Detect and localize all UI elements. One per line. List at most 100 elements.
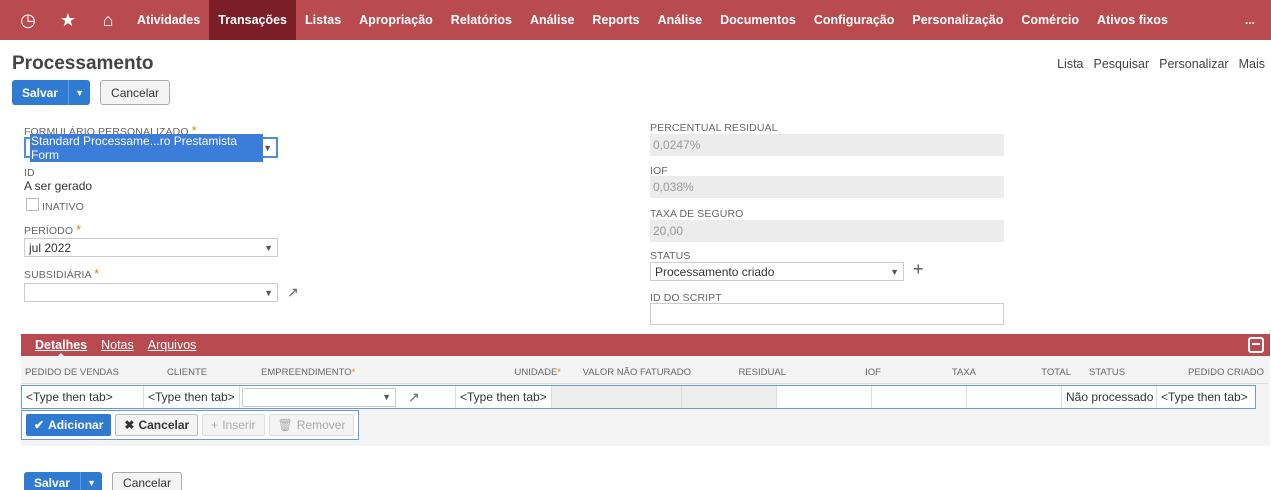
col-status: STATUS (1089, 367, 1126, 378)
nav-item-reports[interactable]: Reports (583, 0, 648, 40)
page-links: Lista Pesquisar Personalizar Mais (1057, 57, 1265, 71)
save-button-bottom[interactable]: Salvar ▼ (24, 472, 103, 490)
cell-status: Não processado (1062, 386, 1157, 408)
subtab-bar: Detalhes Notas Arquivos (21, 334, 1270, 358)
col-unidade: UNIDADE * (514, 367, 561, 378)
save-button-label: Salvar (34, 476, 71, 490)
inactive-checkbox[interactable] (26, 198, 39, 211)
iof-field: 0,038% (650, 176, 1004, 198)
cell-residual (682, 386, 777, 408)
save-dropdown-chevron-icon[interactable]: ▼ (80, 472, 102, 490)
nav-item-relatorios[interactable]: Relatórios (442, 0, 521, 40)
col-total: TOTAL (1041, 367, 1071, 378)
chevron-down-icon: ▼ (890, 266, 899, 277)
cell-total (967, 386, 1062, 408)
cancel-button[interactable]: Cancelar (100, 80, 171, 105)
col-empreendimento: EMPREENDIMENTO * (261, 367, 356, 378)
items-grid: PEDIDO DE VENDAS CLIENTE EMPREENDIMENTO *… (21, 356, 1270, 446)
insurance-field: 20,00 (650, 220, 1004, 242)
nav-item-configuracao[interactable]: Configuração (805, 0, 904, 40)
residual-field: 0,0247% (650, 134, 1004, 156)
nav-item-analise[interactable]: Análise (521, 0, 583, 40)
nav-more-button[interactable]: ... (1245, 13, 1255, 27)
id-label: ID (24, 167, 35, 179)
table-row: <Type then tab> <Type then tab> ▼ ↗ <Typ… (21, 385, 1256, 409)
star-icon[interactable]: ★ (48, 0, 88, 40)
link-pesquisar[interactable]: Pesquisar (1094, 57, 1150, 71)
recent-clock-icon[interactable]: ◷ (8, 0, 48, 40)
col-residual: RESIDUAL (738, 367, 786, 378)
nav-item-apropriacao[interactable]: Apropriação (350, 0, 442, 40)
period-value: jul 2022 (29, 240, 72, 255)
col-taxa: TAXA (951, 367, 976, 378)
link-personalizar[interactable]: Personalizar (1159, 57, 1228, 71)
add-status-plus-icon[interactable]: + (913, 259, 924, 280)
open-external-icon[interactable]: ↗ (287, 284, 299, 301)
page-title: Processamento (12, 53, 154, 74)
plus-icon: + (211, 418, 219, 432)
close-icon: ✖ (124, 418, 135, 432)
col-cliente: CLIENTE (167, 367, 208, 378)
chevron-down-icon: ▼ (263, 142, 272, 153)
add-line-button[interactable]: ✔ Adicionar (26, 414, 112, 436)
home-icon[interactable]: ⌂ (88, 0, 128, 40)
link-lista[interactable]: Lista (1057, 57, 1083, 71)
open-external-icon[interactable]: ↗ (408, 389, 420, 406)
grid-header: PEDIDO DE VENDAS CLIENTE EMPREENDIMENTO *… (21, 362, 1268, 384)
subsidiary-select[interactable]: ▼ (24, 283, 278, 302)
tab-arquivos[interactable]: Arquivos (148, 338, 197, 352)
period-label: PERÍODO * (24, 222, 82, 237)
chevron-down-icon: ▼ (264, 242, 273, 253)
col-pedido-de-vendas: PEDIDO DE VENDAS (25, 367, 119, 378)
cancel-button-bottom[interactable]: Cancelar (112, 472, 183, 490)
trash-icon: 🗑 (277, 418, 293, 432)
nav-item-atividades[interactable]: Atividades (128, 0, 209, 40)
link-mais[interactable]: Mais (1239, 57, 1265, 71)
col-pedido-criado: PEDIDO CRIADO (1187, 367, 1264, 378)
subsidiary-label: SUBSIDIÁRIA * (24, 266, 100, 281)
top-button-group: Salvar ▼ Cancelar (12, 80, 171, 105)
nav-item-ativos-fixos[interactable]: Ativos fixos (1088, 0, 1177, 40)
cell-pedido-input[interactable]: <Type then tab> (22, 386, 144, 408)
script-id-input[interactable] (650, 303, 1004, 325)
nav-item-transacoes[interactable]: Transações (209, 0, 297, 40)
id-value: A ser gerado (24, 179, 93, 193)
col-valor-nao-faturado: VALOR NÃO FATURADO (582, 367, 691, 378)
tab-detalhes[interactable]: Detalhes (35, 338, 87, 358)
insurance-label: TAXA DE SEGURO (650, 208, 744, 220)
cell-cliente-input[interactable]: <Type then tab> (144, 386, 240, 408)
status-value: Processamento criado (655, 264, 775, 279)
nav-item-documentos[interactable]: Documentos (711, 0, 805, 40)
residual-label: PERCENTUAL RESIDUAL (650, 122, 778, 134)
cancel-line-button[interactable]: ✖ Cancelar (115, 414, 199, 436)
custom-form-select[interactable]: Standard Processame...ro Prestamista For… (24, 133, 278, 162)
grid-button-bar: ✔ Adicionar ✖ Cancelar + Inserir 🗑 Remover (21, 410, 360, 440)
cell-taxa (872, 386, 967, 408)
nav-item-listas[interactable]: Listas (296, 0, 350, 40)
save-button[interactable]: Salvar ▼ (12, 80, 91, 105)
panel-layout-toggle-icon[interactable] (1248, 337, 1264, 353)
top-nav: ◷ ★ ⌂ Atividades Transações Listas Aprop… (0, 0, 1271, 40)
nav-item-comercio[interactable]: Comércio (1012, 0, 1088, 40)
status-select[interactable]: Processamento criado ▼ (650, 262, 904, 281)
cell-valor-nao-faturado (552, 386, 682, 408)
custom-form-value: Standard Processame...ro Prestamista For… (30, 133, 264, 162)
nav-item-personalizacao[interactable]: Personalização (903, 0, 1012, 40)
save-dropdown-chevron-icon[interactable]: ▼ (68, 80, 90, 105)
empreendimento-select[interactable]: ▼ (242, 387, 396, 407)
cell-unidade-input[interactable]: <Type then tab> (456, 386, 552, 408)
cell-empreendimento: ▼ ↗ (240, 386, 456, 408)
chevron-down-icon: ▼ (264, 287, 273, 298)
status-label: STATUS (650, 250, 691, 262)
remove-line-button[interactable]: 🗑 Remover (268, 414, 355, 436)
nav-item-analise-2[interactable]: Análise (649, 0, 711, 40)
check-icon: ✔ (34, 418, 45, 432)
tab-notas[interactable]: Notas (101, 338, 134, 352)
cell-pedido-criado-input[interactable]: <Type then tab> (1157, 386, 1255, 408)
col-iof: IOF (865, 367, 881, 378)
inactive-label: INATIVO (42, 201, 84, 213)
insert-line-button[interactable]: + Inserir (202, 414, 265, 436)
period-select[interactable]: jul 2022 ▼ (24, 238, 278, 257)
bottom-button-group: Salvar ▼ Cancelar (24, 472, 183, 490)
cell-iof (777, 386, 872, 408)
